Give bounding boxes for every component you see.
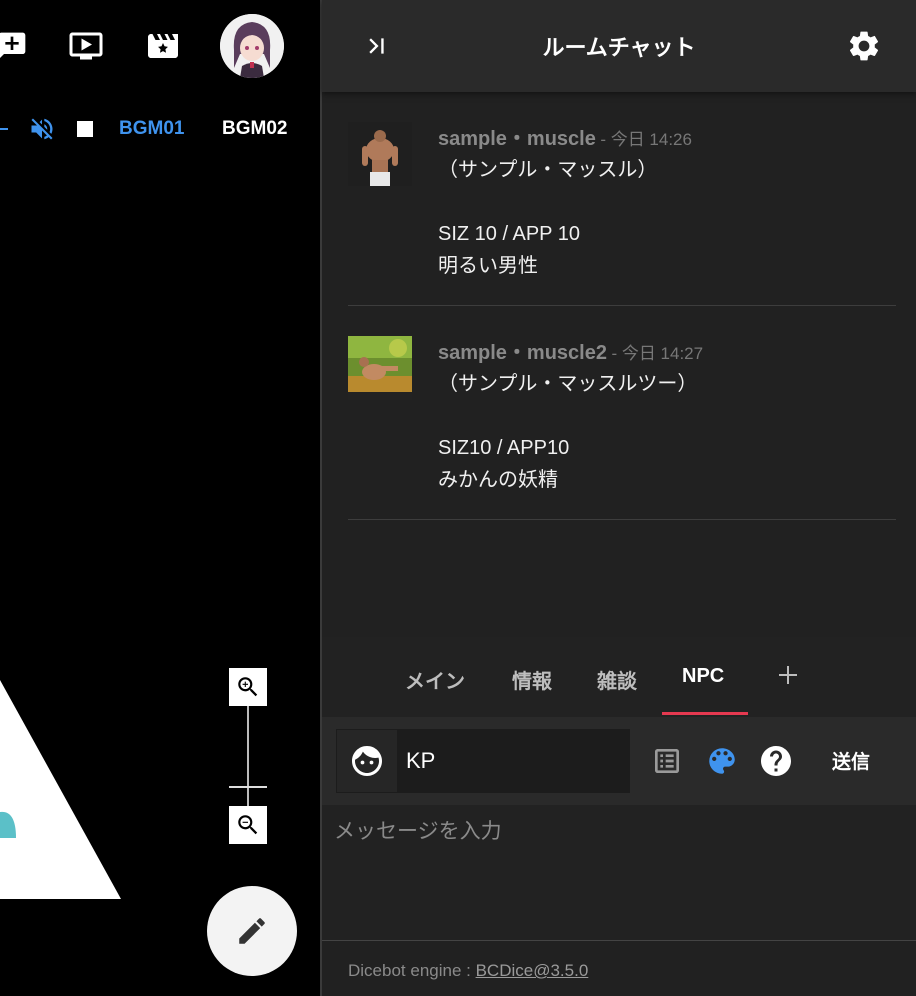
screen-play-icon[interactable] bbox=[68, 28, 104, 64]
message-timestamp: - 今日 14:27 bbox=[611, 344, 704, 363]
tab-main[interactable]: メイン bbox=[405, 665, 465, 694]
message-timestamp: - 今日 14:26 bbox=[600, 130, 692, 149]
list-view-icon[interactable] bbox=[649, 743, 685, 779]
message-input[interactable] bbox=[322, 805, 916, 940]
settings-gear-icon[interactable] bbox=[844, 26, 884, 66]
message-sender-name: sample・muscle bbox=[438, 128, 596, 150]
face-select-icon[interactable] bbox=[336, 729, 398, 793]
bcdice-version-link[interactable]: BCDice@3.5.0 bbox=[476, 961, 589, 980]
zoom-slider-track[interactable] bbox=[247, 706, 249, 808]
chat-panel: ルームチャット sample・muscle - 今日 14:26 （サンプル・マ… bbox=[322, 0, 916, 996]
dicebot-label: Dicebot engine : bbox=[348, 961, 476, 980]
zoom-in-icon[interactable] bbox=[229, 668, 267, 706]
edit-fab-button[interactable] bbox=[207, 886, 297, 976]
message-avatar bbox=[348, 336, 412, 400]
stop-icon[interactable] bbox=[77, 121, 93, 137]
chat-message: sample・muscle2 - 今日 14:27 （サンプル・マッスルツー） … bbox=[348, 336, 896, 520]
user-avatar[interactable] bbox=[220, 14, 284, 78]
active-tab-indicator bbox=[662, 712, 748, 715]
chat-tabs: メイン 情報 雑談 NPC bbox=[322, 637, 916, 717]
bgm01-button[interactable]: BGM01 bbox=[119, 118, 184, 140]
zoom-out-icon[interactable] bbox=[229, 806, 267, 844]
board-area: BGM01 BGM02 bbox=[0, 0, 320, 996]
message-body: （サンプル・マッスル） SIZ 10 / APP 10 明るい男性 bbox=[438, 159, 658, 277]
add-tab-icon[interactable] bbox=[774, 661, 802, 689]
movie-sparkle-icon[interactable] bbox=[145, 28, 181, 64]
tab-npc[interactable]: NPC bbox=[682, 665, 724, 688]
tab-chatter[interactable]: 雑談 bbox=[597, 665, 637, 694]
add-comment-icon[interactable] bbox=[0, 28, 30, 64]
board-triangle bbox=[0, 680, 121, 899]
message-body: （サンプル・マッスルツー） SIZ10 / APP10 みかんの妖精 bbox=[438, 373, 698, 491]
chat-title: ルームチャット bbox=[542, 35, 696, 60]
pencil-icon bbox=[239, 918, 265, 944]
volume-off-icon[interactable] bbox=[28, 115, 56, 143]
chat-footer: Dicebot engine : BCDice@3.5.0 bbox=[322, 940, 916, 996]
bgm02-button[interactable]: BGM02 bbox=[222, 118, 287, 140]
tab-info[interactable]: 情報 bbox=[512, 665, 552, 694]
send-button[interactable]: 送信 bbox=[832, 747, 870, 774]
sender-name-field[interactable] bbox=[398, 729, 630, 793]
help-icon[interactable] bbox=[758, 743, 794, 779]
chat-header: ルームチャット bbox=[322, 0, 916, 92]
volume-slider-end[interactable] bbox=[0, 128, 8, 130]
palette-icon[interactable] bbox=[704, 743, 740, 779]
chat-message: sample・muscle - 今日 14:26 （サンプル・マッスル） SIZ… bbox=[348, 122, 896, 306]
sender-row: 送信 bbox=[322, 717, 916, 805]
message-avatar bbox=[348, 122, 412, 186]
zoom-slider-handle[interactable] bbox=[229, 786, 267, 788]
message-sender-name: sample・muscle2 bbox=[438, 342, 607, 364]
